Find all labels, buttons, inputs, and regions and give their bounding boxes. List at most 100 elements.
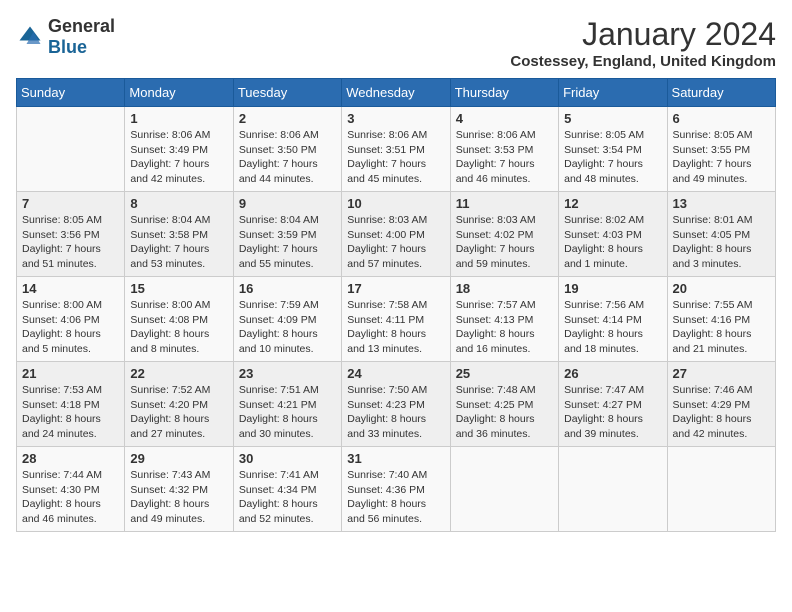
calendar-cell xyxy=(667,447,775,532)
sunrise-text: Sunrise: 8:01 AM xyxy=(673,214,753,226)
sunrise-text: Sunrise: 8:00 AM xyxy=(22,299,102,311)
sunrise-text: Sunrise: 7:52 AM xyxy=(130,384,210,396)
sunset-text: Sunset: 3:56 PM xyxy=(22,229,100,241)
calendar-cell: 17 Sunrise: 7:58 AM Sunset: 4:11 PM Dayl… xyxy=(342,277,450,362)
calendar-cell xyxy=(17,107,125,192)
sunset-text: Sunset: 4:00 PM xyxy=(347,229,425,241)
calendar-cell xyxy=(559,447,667,532)
day-info: Sunrise: 7:44 AM Sunset: 4:30 PM Dayligh… xyxy=(22,468,119,527)
day-number: 23 xyxy=(239,366,336,381)
day-info: Sunrise: 7:47 AM Sunset: 4:27 PM Dayligh… xyxy=(564,383,661,442)
calendar-week-row: 7 Sunrise: 8:05 AM Sunset: 3:56 PM Dayli… xyxy=(17,192,776,277)
sunrise-text: Sunrise: 8:05 AM xyxy=(22,214,102,226)
sunrise-text: Sunrise: 7:44 AM xyxy=(22,469,102,481)
sunset-text: Sunset: 4:09 PM xyxy=(239,314,317,326)
sunset-text: Sunset: 3:55 PM xyxy=(673,144,751,156)
day-number: 6 xyxy=(673,111,770,126)
day-info: Sunrise: 8:04 AM Sunset: 3:59 PM Dayligh… xyxy=(239,213,336,272)
day-number: 1 xyxy=(130,111,227,126)
sunset-text: Sunset: 3:58 PM xyxy=(130,229,208,241)
calendar-subtitle: Costessey, England, United Kingdom xyxy=(510,53,776,70)
calendar-cell xyxy=(450,447,558,532)
day-number: 27 xyxy=(673,366,770,381)
sunset-text: Sunset: 4:05 PM xyxy=(673,229,751,241)
day-number: 14 xyxy=(22,281,119,296)
sunset-text: Sunset: 4:14 PM xyxy=(564,314,642,326)
daylight-text: Daylight: 7 hours and 44 minutes. xyxy=(239,158,318,185)
day-info: Sunrise: 8:06 AM Sunset: 3:51 PM Dayligh… xyxy=(347,128,444,187)
day-number: 16 xyxy=(239,281,336,296)
sunset-text: Sunset: 3:51 PM xyxy=(347,144,425,156)
sunset-text: Sunset: 3:59 PM xyxy=(239,229,317,241)
sunrise-text: Sunrise: 7:58 AM xyxy=(347,299,427,311)
daylight-text: Daylight: 8 hours and 39 minutes. xyxy=(564,413,643,440)
calendar-week-row: 14 Sunrise: 8:00 AM Sunset: 4:06 PM Dayl… xyxy=(17,277,776,362)
calendar-cell: 21 Sunrise: 7:53 AM Sunset: 4:18 PM Dayl… xyxy=(17,362,125,447)
daylight-text: Daylight: 8 hours and 24 minutes. xyxy=(22,413,101,440)
sunrise-text: Sunrise: 7:56 AM xyxy=(564,299,644,311)
day-number: 20 xyxy=(673,281,770,296)
weekday-header: Thursday xyxy=(450,79,558,107)
day-number: 3 xyxy=(347,111,444,126)
calendar-cell: 16 Sunrise: 7:59 AM Sunset: 4:09 PM Dayl… xyxy=(233,277,341,362)
daylight-text: Daylight: 8 hours and 52 minutes. xyxy=(239,498,318,525)
day-info: Sunrise: 8:05 AM Sunset: 3:55 PM Dayligh… xyxy=(673,128,770,187)
sunrise-text: Sunrise: 8:06 AM xyxy=(347,129,427,141)
logo-general-text: General xyxy=(48,16,115,36)
calendar-cell: 18 Sunrise: 7:57 AM Sunset: 4:13 PM Dayl… xyxy=(450,277,558,362)
calendar-week-row: 1 Sunrise: 8:06 AM Sunset: 3:49 PM Dayli… xyxy=(17,107,776,192)
sunset-text: Sunset: 4:32 PM xyxy=(130,484,208,496)
daylight-text: Daylight: 8 hours and 56 minutes. xyxy=(347,498,426,525)
sunset-text: Sunset: 4:16 PM xyxy=(673,314,751,326)
daylight-text: Daylight: 8 hours and 49 minutes. xyxy=(130,498,209,525)
calendar-table: SundayMondayTuesdayWednesdayThursdayFrid… xyxy=(16,78,776,532)
calendar-cell: 8 Sunrise: 8:04 AM Sunset: 3:58 PM Dayli… xyxy=(125,192,233,277)
day-number: 25 xyxy=(456,366,553,381)
day-number: 11 xyxy=(456,196,553,211)
sunrise-text: Sunrise: 7:48 AM xyxy=(456,384,536,396)
calendar-cell: 29 Sunrise: 7:43 AM Sunset: 4:32 PM Dayl… xyxy=(125,447,233,532)
sunrise-text: Sunrise: 7:55 AM xyxy=(673,299,753,311)
day-number: 10 xyxy=(347,196,444,211)
sunset-text: Sunset: 4:23 PM xyxy=(347,399,425,411)
logo-blue-text: Blue xyxy=(48,37,87,57)
day-info: Sunrise: 7:53 AM Sunset: 4:18 PM Dayligh… xyxy=(22,383,119,442)
sunset-text: Sunset: 3:54 PM xyxy=(564,144,642,156)
day-info: Sunrise: 8:06 AM Sunset: 3:53 PM Dayligh… xyxy=(456,128,553,187)
sunrise-text: Sunrise: 7:43 AM xyxy=(130,469,210,481)
calendar-cell: 9 Sunrise: 8:04 AM Sunset: 3:59 PM Dayli… xyxy=(233,192,341,277)
sunset-text: Sunset: 4:27 PM xyxy=(564,399,642,411)
day-number: 22 xyxy=(130,366,227,381)
day-info: Sunrise: 8:00 AM Sunset: 4:06 PM Dayligh… xyxy=(22,298,119,357)
calendar-cell: 2 Sunrise: 8:06 AM Sunset: 3:50 PM Dayli… xyxy=(233,107,341,192)
sunset-text: Sunset: 4:21 PM xyxy=(239,399,317,411)
sunset-text: Sunset: 4:30 PM xyxy=(22,484,100,496)
day-number: 9 xyxy=(239,196,336,211)
daylight-text: Daylight: 8 hours and 21 minutes. xyxy=(673,328,752,355)
sunset-text: Sunset: 4:25 PM xyxy=(456,399,534,411)
day-info: Sunrise: 8:00 AM Sunset: 4:08 PM Dayligh… xyxy=(130,298,227,357)
calendar-cell: 13 Sunrise: 8:01 AM Sunset: 4:05 PM Dayl… xyxy=(667,192,775,277)
daylight-text: Daylight: 8 hours and 10 minutes. xyxy=(239,328,318,355)
weekday-header: Monday xyxy=(125,79,233,107)
sunset-text: Sunset: 4:11 PM xyxy=(347,314,424,326)
calendar-cell: 11 Sunrise: 8:03 AM Sunset: 4:02 PM Dayl… xyxy=(450,192,558,277)
calendar-cell: 6 Sunrise: 8:05 AM Sunset: 3:55 PM Dayli… xyxy=(667,107,775,192)
weekday-header: Tuesday xyxy=(233,79,341,107)
daylight-text: Daylight: 8 hours and 33 minutes. xyxy=(347,413,426,440)
day-number: 12 xyxy=(564,196,661,211)
daylight-text: Daylight: 7 hours and 49 minutes. xyxy=(673,158,752,185)
day-info: Sunrise: 7:43 AM Sunset: 4:32 PM Dayligh… xyxy=(130,468,227,527)
day-number: 17 xyxy=(347,281,444,296)
day-info: Sunrise: 7:59 AM Sunset: 4:09 PM Dayligh… xyxy=(239,298,336,357)
calendar-cell: 7 Sunrise: 8:05 AM Sunset: 3:56 PM Dayli… xyxy=(17,192,125,277)
daylight-text: Daylight: 8 hours and 42 minutes. xyxy=(673,413,752,440)
page-header: General Blue January 2024 Costessey, Eng… xyxy=(16,16,776,70)
weekday-header: Saturday xyxy=(667,79,775,107)
day-number: 21 xyxy=(22,366,119,381)
calendar-week-row: 21 Sunrise: 7:53 AM Sunset: 4:18 PM Dayl… xyxy=(17,362,776,447)
daylight-text: Daylight: 7 hours and 53 minutes. xyxy=(130,243,209,270)
sunset-text: Sunset: 4:03 PM xyxy=(564,229,642,241)
sunrise-text: Sunrise: 7:40 AM xyxy=(347,469,427,481)
day-info: Sunrise: 7:50 AM Sunset: 4:23 PM Dayligh… xyxy=(347,383,444,442)
